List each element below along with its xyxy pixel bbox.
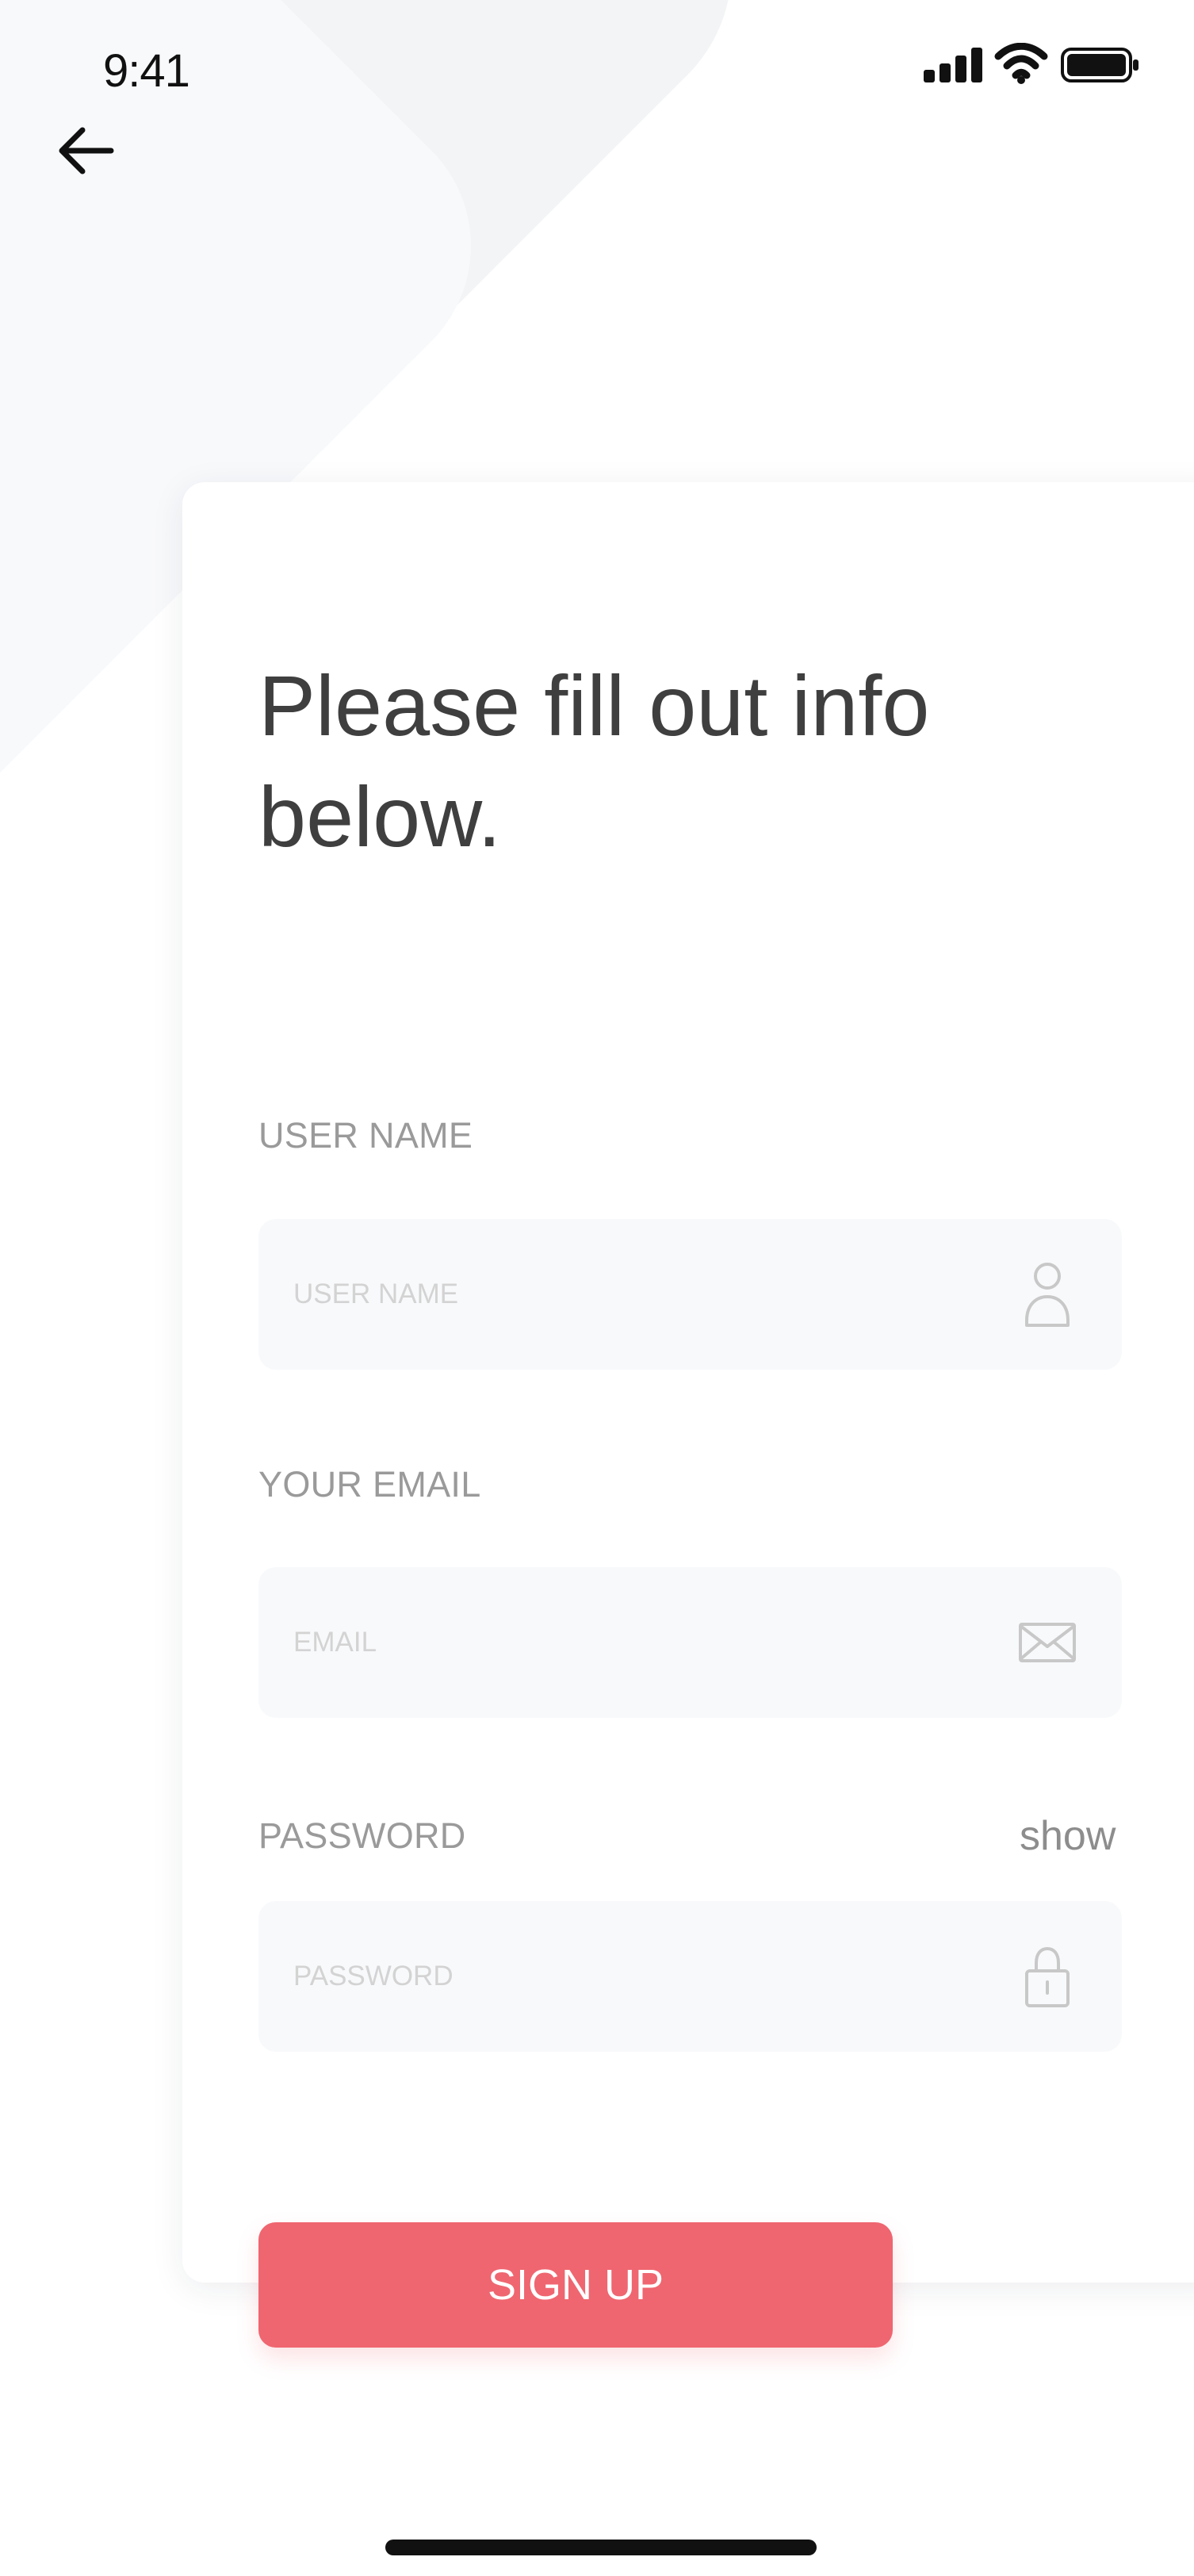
- cellular-signal-icon: [924, 48, 984, 82]
- status-bar: 9:41: [0, 0, 1194, 143]
- status-time: 9:41: [103, 45, 190, 97]
- password-label: PASSWORD: [258, 1815, 466, 1856]
- password-field: [258, 1901, 1122, 2052]
- email-input[interactable]: [292, 1613, 945, 1672]
- arrow-left-icon: [59, 127, 114, 174]
- password-input[interactable]: [292, 1947, 945, 2006]
- username-input[interactable]: [292, 1265, 945, 1324]
- form-title: Please fill out info below.: [258, 657, 930, 864]
- signup-button[interactable]: SIGN UP: [258, 2222, 893, 2348]
- lock-icon: [1025, 1946, 1070, 2007]
- mail-icon: [1019, 1623, 1076, 1662]
- wifi-icon: [994, 43, 1048, 84]
- battery-icon: [1061, 48, 1139, 82]
- user-icon: [1025, 1263, 1070, 1327]
- username-field: [258, 1219, 1122, 1370]
- email-field: [258, 1567, 1122, 1718]
- show-password-toggle[interactable]: show: [1020, 1812, 1123, 1860]
- email-label: YOUR EMAIL: [258, 1464, 481, 1505]
- home-indicator: [385, 2540, 817, 2555]
- username-label: USER NAME: [258, 1115, 473, 1156]
- back-button[interactable]: [54, 119, 117, 182]
